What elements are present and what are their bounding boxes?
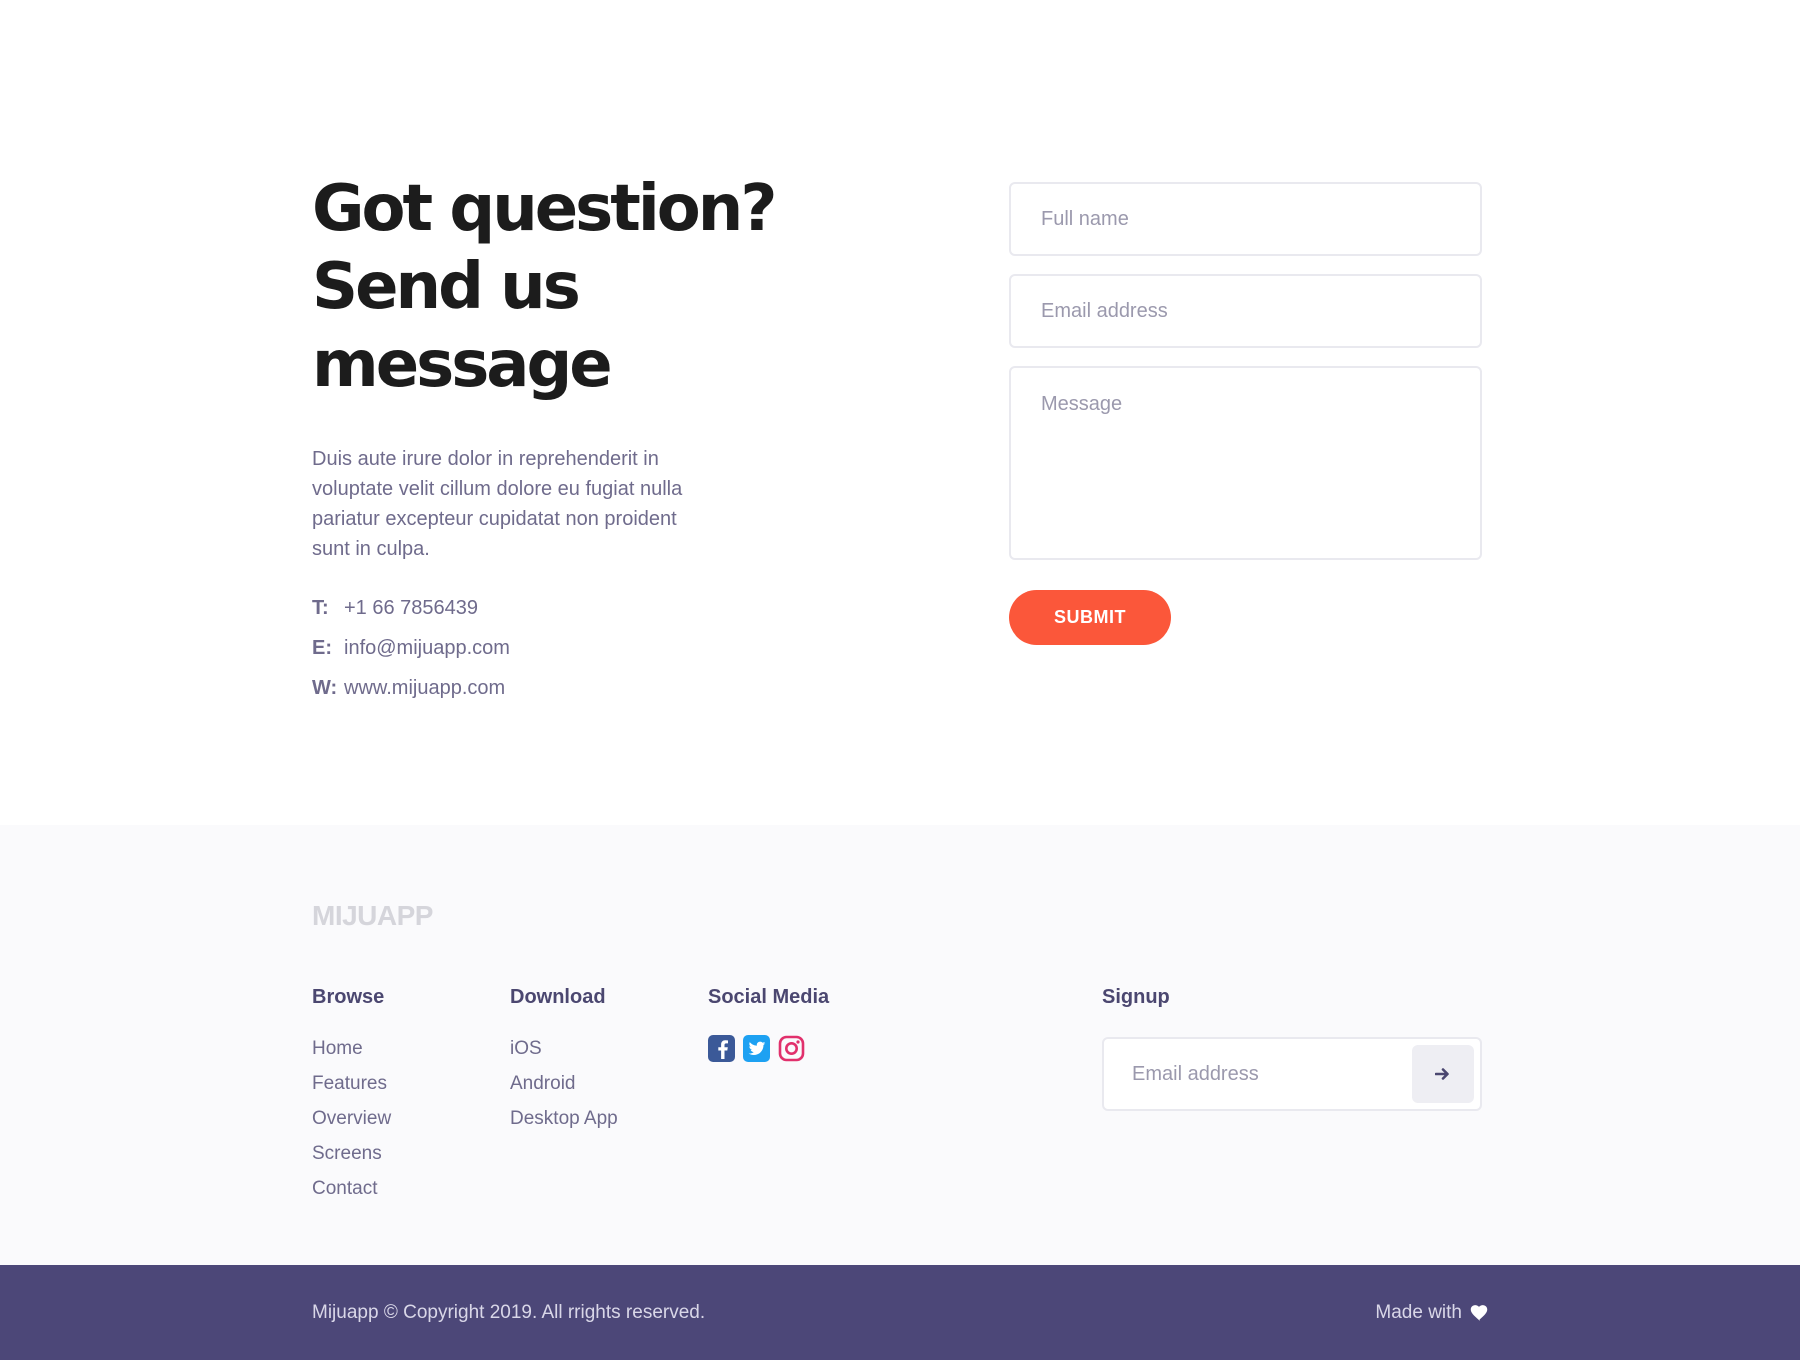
signup-form [1102, 1037, 1482, 1111]
signup-submit-button[interactable] [1412, 1045, 1474, 1103]
made-with-text: Made with [1375, 1301, 1462, 1323]
footer-link-features[interactable]: Features [312, 1070, 391, 1105]
footer-link-ios[interactable]: iOS [510, 1035, 618, 1070]
download-title: Download [510, 986, 606, 1008]
contact-phone: T: +1 66 7856439 [312, 588, 872, 628]
contact-info: Got question? Send us message Duis aute … [312, 170, 872, 708]
arrow-right-icon [1435, 1068, 1449, 1080]
footer-download-column: Download iOS Android Desktop App [510, 983, 618, 1140]
phone-label: T: [312, 596, 329, 619]
footer-social-column: Social Media [708, 983, 829, 1062]
email-input[interactable] [1009, 274, 1482, 348]
footer-link-desktop-app[interactable]: Desktop App [510, 1105, 618, 1140]
submit-button[interactable]: SUBMIT [1009, 590, 1171, 645]
contact-section: Got question? Send us message Duis aute … [0, 0, 1800, 825]
social-title: Social Media [708, 986, 830, 1008]
phone-value: +1 66 7856439 [344, 596, 479, 619]
contact-form: SUBMIT [1009, 182, 1482, 645]
email-value: info@mijuapp.com [344, 636, 510, 659]
copyright-text: Mijuapp © Copyright 2019. All rrights re… [312, 1302, 706, 1323]
download-list: iOS Android Desktop App [510, 1035, 618, 1140]
contact-intro: Duis aute irure dolor in reprehenderit i… [312, 448, 683, 560]
made-with: Made with [1375, 1265, 1488, 1360]
contact-email: E: info@mijuapp.com [312, 628, 872, 668]
copyright-bar: Mijuapp © Copyright 2019. All rrights re… [0, 1265, 1800, 1360]
facebook-icon[interactable] [708, 1035, 735, 1062]
footer-link-home[interactable]: Home [312, 1035, 391, 1070]
footer-link-screens[interactable]: Screens [312, 1140, 391, 1175]
website-label: W: [312, 676, 338, 699]
contact-headline: Got question? Send us message [312, 170, 872, 404]
message-input[interactable] [1009, 366, 1482, 560]
browse-title: Browse [312, 986, 385, 1008]
footer-signup-column: Signup [1102, 983, 1482, 1111]
social-icons [708, 1035, 829, 1062]
twitter-icon[interactable] [743, 1035, 770, 1062]
browse-list: Home Features Overview Screens Contact [312, 1035, 391, 1210]
footer-link-android[interactable]: Android [510, 1070, 618, 1105]
signup-email-input[interactable] [1104, 1039, 1404, 1109]
email-label: E: [312, 636, 332, 659]
footer-logo[interactable]: MIJUAPP [312, 900, 433, 932]
heart-icon [1470, 1304, 1488, 1321]
instagram-icon[interactable] [778, 1035, 805, 1062]
contact-details: T: +1 66 7856439 E: info@mijuapp.com W: … [312, 588, 872, 708]
headline-line-2: Send us message [312, 250, 613, 402]
signup-title: Signup [1102, 986, 1170, 1008]
headline-line-1: Got question? [312, 172, 777, 246]
website-value: www.mijuapp.com [344, 676, 506, 699]
footer: MIJUAPP Browse Home Features Overview Sc… [0, 825, 1800, 1265]
fullname-input[interactable] [1009, 182, 1482, 256]
footer-link-overview[interactable]: Overview [312, 1105, 391, 1140]
footer-browse-column: Browse Home Features Overview Screens Co… [312, 983, 391, 1210]
contact-website: W: www.mijuapp.com [312, 668, 872, 708]
footer-link-contact[interactable]: Contact [312, 1175, 391, 1210]
